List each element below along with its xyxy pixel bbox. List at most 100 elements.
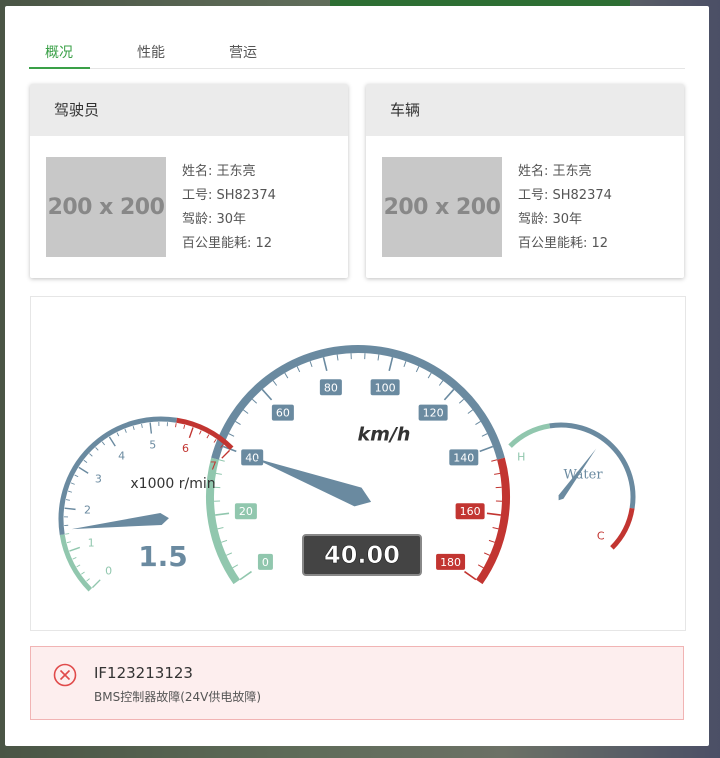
- rpm-tick: [183, 424, 186, 429]
- driver-card: 驾驶员 200 x 200 姓名: 王东亮 工号: SH82374 驾龄: 30…: [30, 84, 348, 278]
- driver-info: 姓名: 王东亮 工号: SH82374 驾龄: 30年 百公里能耗: 12: [182, 160, 276, 256]
- speed-tick-label: 80: [324, 381, 338, 394]
- rpm-tick: [124, 428, 127, 433]
- speed-tick: [284, 372, 289, 379]
- rpm-tick: [101, 441, 106, 446]
- rpm-tick: [81, 571, 85, 575]
- vehicle-field-name: 姓名: 王东亮: [518, 164, 592, 179]
- tab-bar: 概况 性能 营运: [29, 36, 685, 69]
- rpm-band-low: [59, 534, 93, 592]
- speed-tick-label: 40: [245, 451, 259, 464]
- tab-operation[interactable]: 营运: [229, 42, 257, 62]
- speed-tick: [479, 445, 494, 453]
- rpm-tick-label: 4: [118, 449, 125, 462]
- rpm-tick: [132, 425, 135, 431]
- water-low-label: C: [597, 530, 605, 543]
- water-title: Water: [563, 468, 603, 483]
- speed-tick: [415, 366, 420, 373]
- rpm-tick: [64, 507, 76, 511]
- rpm-tick: [69, 546, 81, 552]
- speed-tick-label: 100: [375, 381, 396, 394]
- tab-performance[interactable]: 性能: [137, 42, 165, 62]
- speed-tick: [488, 539, 495, 543]
- rpm-tick-label: 7: [210, 460, 217, 473]
- rpm-tick-label: 1: [88, 536, 95, 549]
- speed-tick: [377, 354, 380, 361]
- speed-tick: [218, 459, 225, 462]
- speed-tick: [443, 388, 455, 401]
- speed-tick: [492, 527, 499, 530]
- rpm-tick-label: 6: [182, 442, 189, 455]
- tab-overview[interactable]: 概况: [45, 42, 73, 62]
- rpm-tick: [206, 434, 210, 439]
- speed-tick: [226, 552, 233, 556]
- rpm-tick: [95, 447, 99, 451]
- vehicle-card: 车辆 200 x 200 姓名: 王东亮 工号: SH82374 驾龄: 30年…: [366, 84, 684, 278]
- fault-alert: IF123213123 BMS控制器故障(24V供电故障): [30, 646, 684, 720]
- rpm-tick: [65, 533, 70, 535]
- alert-message: BMS控制器故障(24V供电故障): [94, 690, 262, 704]
- speed-tick-label: 120: [423, 407, 444, 420]
- rpm-tick: [67, 490, 73, 493]
- error-circle-icon: [53, 663, 77, 687]
- vehicle-info: 姓名: 王东亮 工号: SH82374 驾龄: 30年 百公里能耗: 12: [518, 160, 612, 256]
- speed-tick: [251, 398, 258, 404]
- speed-tick: [228, 433, 235, 437]
- rpm-tick: [76, 564, 81, 568]
- speed-tick-label: 140: [453, 451, 474, 464]
- speed-tick: [494, 472, 501, 475]
- driver-card-title: 驾驶员: [30, 84, 348, 136]
- speed-tick: [235, 420, 241, 425]
- speed-tick-label: 180: [440, 556, 461, 569]
- alert-code: IF123213123: [94, 664, 193, 682]
- speed-tick: [403, 361, 407, 368]
- speed-tick: [475, 420, 481, 425]
- speed-tick: [438, 380, 444, 386]
- speed-tick: [322, 357, 328, 371]
- speed-tick: [477, 564, 484, 569]
- rpm-tick: [72, 557, 77, 560]
- speed-band-danger: [475, 457, 510, 585]
- speed-tick: [243, 409, 249, 414]
- rpm-tick: [83, 459, 88, 464]
- rpm-tick: [78, 466, 89, 474]
- speed-tick: [491, 459, 498, 462]
- rpm-tick: [89, 453, 93, 457]
- rpm-tick: [116, 432, 120, 437]
- speed-readout-value: 40.00: [324, 541, 400, 569]
- speed-tick: [427, 372, 432, 379]
- speed-tick: [232, 564, 239, 569]
- rpm-tick-label: 0: [105, 564, 112, 577]
- vehicle-card-title: 车辆: [366, 84, 684, 136]
- driver-photo-placeholder: 200 x 200: [46, 157, 166, 257]
- active-tab-indicator: [29, 67, 90, 69]
- vehicle-field-experience: 驾龄: 30年: [518, 212, 583, 227]
- speed-tick: [215, 472, 222, 475]
- rpm-tick: [188, 427, 194, 439]
- driver-id: 工号: SH82374: [182, 188, 276, 203]
- speed-tick: [215, 512, 230, 516]
- water-band-cold: [508, 423, 551, 448]
- driver-energy: 百公里能耗: 12: [182, 236, 273, 251]
- water-band-hot: [610, 507, 635, 550]
- speed-tick: [483, 552, 490, 556]
- vehicle-field-id: 工号: SH82374: [518, 188, 612, 203]
- speed-needle: [253, 457, 372, 507]
- water-high-label: H: [517, 450, 525, 463]
- rpm-tick: [149, 422, 153, 434]
- rpm-tick: [70, 482, 75, 485]
- speed-tick-label: 60: [276, 407, 290, 420]
- rpm-tick: [86, 578, 90, 582]
- speed-tick: [388, 357, 394, 371]
- rpm-tick: [74, 474, 79, 478]
- rpm-tick-label: 2: [84, 504, 91, 517]
- rpm-tick: [175, 423, 177, 428]
- speed-tick: [481, 433, 488, 437]
- rpm-tick: [66, 541, 71, 544]
- rpm-tick: [213, 439, 217, 443]
- vehicle-field-energy: 百公里能耗: 12: [518, 236, 609, 251]
- speed-tick: [217, 527, 224, 530]
- rpm-tick: [141, 423, 143, 428]
- rpm-unit-label: x1000 r/min: [130, 476, 215, 492]
- speed-tick: [458, 398, 465, 404]
